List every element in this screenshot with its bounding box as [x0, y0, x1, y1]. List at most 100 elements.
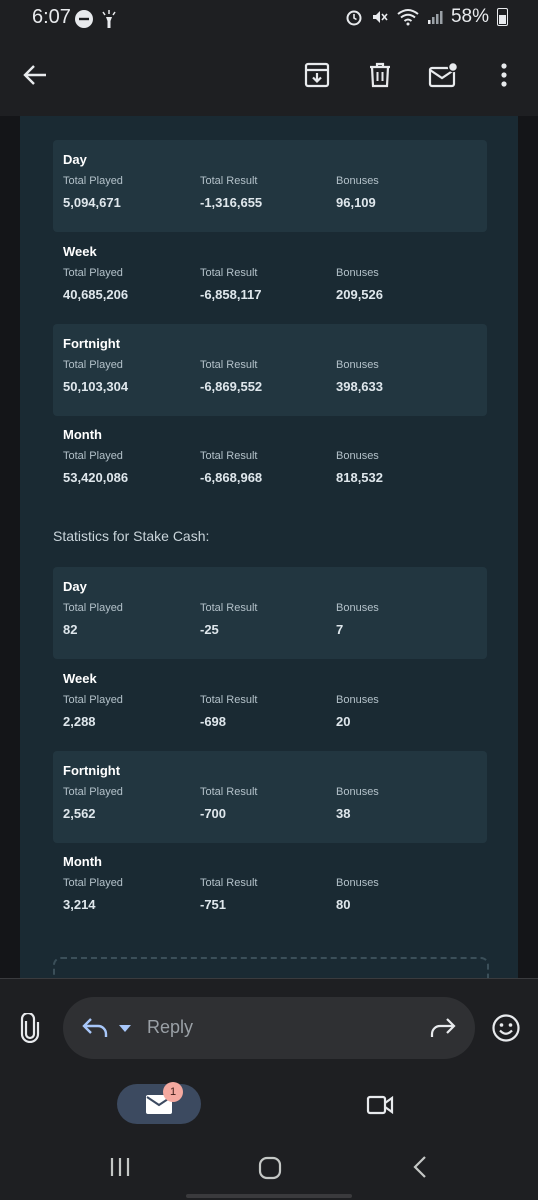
bonuses-value: 80 [336, 897, 351, 912]
stat-block-week: Week Total Played Total Result Bonuses 4… [53, 232, 487, 324]
bonuses-value: 818,532 [336, 470, 383, 485]
bonuses-value: 96,109 [336, 195, 376, 210]
total-played-value: 50,103,304 [63, 379, 129, 394]
paperclip-icon [20, 1011, 40, 1044]
more-vert-icon [501, 63, 507, 87]
back-arrow-icon [23, 65, 46, 85]
flashlight-icon [102, 10, 116, 28]
stake-cash-block-month: Month Total Played Total Result Bonuses … [53, 842, 487, 934]
total-result-value: -751 [200, 897, 227, 912]
stake-cash-heading: Statistics for Stake Cash: [53, 528, 210, 544]
status-time: 6:07 [32, 6, 71, 28]
gesture-handle [186, 1194, 352, 1198]
bonuses-value: 398,633 [336, 379, 383, 394]
bottom-nav: 1 [0, 1074, 538, 1136]
bonuses-label: Bonuses [336, 877, 379, 889]
total-result-value: -6,868,968 [200, 470, 263, 485]
total-played-label: Total Played [63, 786, 123, 798]
total-result-value: -1,316,655 [200, 195, 263, 210]
stake-cash-block-day: Day Total Played Total Result Bonuses 82… [53, 567, 487, 659]
bonuses-label: Bonuses [336, 267, 379, 279]
total-played-value: 82 [63, 622, 78, 637]
mark-unread-button[interactable] [426, 58, 460, 92]
notification-icons [74, 9, 118, 29]
total-played-value: 2,562 [63, 806, 96, 821]
total-played-value: 2,288 [63, 714, 96, 729]
reply-arrow-icon[interactable] [81, 1016, 109, 1040]
email-panel: Day Total Played Total Result Bonuses 5,… [20, 116, 518, 978]
total-result-label: Total Result [200, 359, 258, 371]
reply-input[interactable]: Reply [147, 1017, 193, 1038]
mail-tab[interactable] [117, 1084, 201, 1124]
dashed-notice-box [53, 957, 489, 978]
period-label: Month [63, 427, 102, 442]
period-label: Day [63, 579, 87, 594]
total-played-value: 40,685,206 [63, 287, 129, 302]
total-result-label: Total Result [200, 877, 258, 889]
period-label: Fortnight [63, 336, 121, 351]
total-result-label: Total Result [200, 175, 258, 187]
total-played-label: Total Played [63, 602, 123, 614]
archive-button[interactable] [300, 58, 334, 92]
back-nav-icon[interactable] [412, 1155, 428, 1179]
total-played-label: Total Played [63, 694, 123, 706]
period-label: Week [63, 244, 97, 259]
archive-icon [304, 62, 330, 88]
attach-button[interactable] [16, 1011, 44, 1048]
total-played-label: Total Played [63, 877, 123, 889]
bonuses-value: 7 [336, 622, 344, 637]
alarm-icon [346, 10, 362, 26]
email-body-scroll[interactable]: Day Total Played Total Result Bonuses 5,… [0, 116, 538, 978]
do-not-disturb-icon [75, 10, 93, 28]
mute-icon [372, 11, 388, 23]
total-result-label: Total Result [200, 450, 258, 462]
period-label: Week [63, 671, 97, 686]
emoji-icon [492, 1014, 520, 1042]
bonuses-label: Bonuses [336, 694, 379, 706]
battery-percent: 58% [450, 6, 489, 27]
total-result-label: Total Result [200, 786, 258, 798]
home-icon[interactable] [258, 1156, 282, 1180]
stat-block-day: Day Total Played Total Result Bonuses 5,… [53, 140, 487, 232]
battery-icon [497, 8, 508, 26]
forward-arrow-icon[interactable] [429, 1016, 457, 1040]
total-result-value: -6,858,117 [200, 287, 262, 302]
total-played-label: Total Played [63, 267, 123, 279]
reply-area: Reply [0, 978, 538, 1075]
period-label: Month [63, 854, 102, 869]
stake-cash-block-week: Week Total Played Total Result Bonuses 2… [53, 659, 487, 751]
total-result-value: -25 [200, 622, 219, 637]
bonuses-label: Bonuses [336, 602, 379, 614]
stake-cash-block-fortnight: Fortnight Total Played Total Result Bonu… [53, 751, 487, 843]
total-played-label: Total Played [63, 175, 123, 187]
total-played-label: Total Played [63, 450, 123, 462]
trash-icon [370, 62, 390, 88]
system-navigation [0, 1136, 538, 1200]
bonuses-label: Bonuses [336, 359, 379, 371]
total-result-label: Total Result [200, 694, 258, 706]
meet-tab[interactable] [366, 1094, 394, 1121]
period-label: Day [63, 152, 87, 167]
signal-icon [427, 11, 443, 24]
unread-count-badge: 1 [163, 1082, 183, 1102]
total-played-label: Total Played [63, 359, 123, 371]
video-camera-icon [366, 1095, 394, 1115]
bonuses-label: Bonuses [336, 450, 379, 462]
total-result-value: -6,869,552 [200, 379, 263, 394]
total-result-label: Total Result [200, 267, 258, 279]
bonuses-label: Bonuses [336, 786, 379, 798]
more-options-button[interactable] [487, 58, 521, 92]
reply-bar[interactable]: Reply [63, 997, 475, 1059]
recent-apps-icon[interactable] [109, 1156, 131, 1178]
total-played-value: 5,094,671 [63, 195, 121, 210]
bonuses-value: 38 [336, 806, 351, 821]
emoji-button[interactable] [491, 1013, 521, 1048]
total-result-value: -700 [200, 806, 227, 821]
stat-block-month: Month Total Played Total Result Bonuses … [53, 415, 487, 507]
reply-options-chevron-icon[interactable] [118, 1024, 132, 1033]
wifi-icon [397, 9, 419, 26]
back-button[interactable] [18, 58, 52, 92]
bonuses-value: 209,526 [336, 287, 383, 302]
delete-button[interactable] [363, 58, 397, 92]
total-played-value: 53,420,086 [63, 470, 129, 485]
